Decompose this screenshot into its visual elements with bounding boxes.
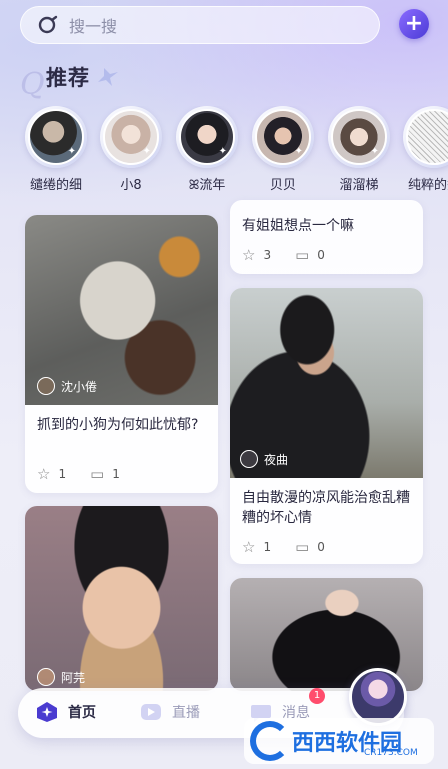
story-name: 缱绻的细: [29, 178, 82, 193]
add-button[interactable]: +: [399, 9, 429, 39]
avatar: [37, 377, 55, 395]
svg-text:Q: Q: [20, 67, 45, 100]
avatar: ✦: [331, 109, 387, 165]
home-icon: [37, 702, 57, 722]
story-item[interactable]: 纯粹的秃: [394, 106, 448, 193]
post-author: 夜曲: [240, 450, 288, 468]
post-text: 抓到的小狗为何如此忧郁?: [37, 417, 199, 433]
search-icon: [38, 15, 58, 34]
like-count: 1: [263, 540, 272, 554]
sparkle-icon: ✦: [142, 146, 151, 157]
avatar: [37, 668, 55, 686]
plus-icon: +: [404, 11, 424, 36]
search-input[interactable]: 搜一搜: [20, 6, 380, 44]
comment-icon[interactable]: ▭: [295, 538, 309, 556]
author-name: 阿芫: [61, 670, 86, 685]
comment-count: 1: [112, 467, 120, 481]
sparkle-icon: ✦: [370, 146, 379, 157]
story-name: 溜溜梯: [339, 178, 379, 193]
story-item[interactable]: ✦ 小8: [91, 106, 171, 193]
star-icon[interactable]: ☆: [242, 246, 255, 264]
post-text: 自由散漫的凉风能治愈乱糟糟的坏心情: [242, 490, 410, 526]
star-icon[interactable]: ☆: [37, 465, 50, 483]
star-icon[interactable]: ☆: [242, 538, 255, 556]
story-name: ꕤ流年: [188, 178, 226, 193]
post-image: [25, 506, 218, 691]
sparkle-icon: ✦: [218, 146, 227, 157]
like-count: 3: [263, 248, 272, 262]
avatar: [406, 109, 448, 165]
post-stats: ☆ 1 ▭ 0: [242, 538, 349, 556]
story-item[interactable]: ✦ 缱绻的细: [16, 106, 96, 193]
sparkle-icon: ✦: [67, 146, 76, 157]
comment-count: 0: [317, 248, 325, 262]
avatar: [240, 450, 258, 468]
nav-live[interactable]: 直播: [140, 701, 200, 723]
post-author: 阿芫: [37, 668, 85, 686]
section-title: 推荐: [46, 66, 90, 90]
avatar: ✦: [255, 109, 311, 165]
live-icon: [141, 704, 161, 720]
watermark-c-icon: [250, 721, 290, 761]
story-name: 小8: [120, 178, 142, 193]
comment-count: 0: [317, 540, 325, 554]
author-name: 夜曲: [264, 452, 289, 467]
avatar: ✦: [103, 109, 159, 165]
feed-card[interactable]: 阿芫: [25, 506, 218, 691]
feed-card[interactable]: 沈小倦 抓到的小狗为何如此忧郁? ☆ 1 ▭ 1: [25, 215, 218, 493]
story-item[interactable]: ✦ 贝贝: [243, 106, 323, 193]
feed-card[interactable]: 有姐姐想点一个嘛 ☆ 3 ▭ 0: [230, 200, 423, 274]
watermark-subtext: CR173.COM: [364, 748, 418, 758]
story-name: 贝贝: [269, 178, 296, 193]
story-name: 纯粹的秃: [407, 178, 448, 193]
post-stats: ☆ 3 ▭ 0: [242, 246, 349, 264]
nav-home-label: 首页: [68, 705, 96, 721]
search-placeholder: 搜一搜: [69, 17, 118, 36]
recommended-users-row: ✦ 缱绻的细 ✦ 小8 ✦ ꕤ流年 ✦ 贝贝 ✦ 溜溜梯 纯粹的秃: [0, 106, 448, 198]
watermark-logo: 西西软件园 CR173.COM: [244, 718, 434, 764]
post-author: 沈小倦: [37, 377, 97, 395]
story-item[interactable]: ✦ ꕤ流年: [167, 106, 247, 193]
message-badge: 1: [309, 688, 325, 704]
post-text: 有姐姐想点一个嘛: [242, 218, 354, 234]
comment-icon[interactable]: ▭: [295, 246, 309, 264]
avatar: ✦: [179, 109, 235, 165]
sparkle-icon: ✦: [294, 146, 303, 157]
comment-icon[interactable]: ▭: [90, 465, 104, 483]
feed-card[interactable]: 夜曲 自由散漫的凉风能治愈乱糟糟的坏心情 ☆ 1 ▭ 0: [230, 288, 423, 564]
nav-live-label: 直播: [172, 705, 200, 721]
nav-home[interactable]: 首页: [36, 701, 96, 723]
post-stats: ☆ 1 ▭ 1: [37, 465, 144, 483]
avatar: ✦: [28, 109, 84, 165]
like-count: 1: [58, 467, 67, 481]
author-name: 沈小倦: [61, 379, 98, 394]
story-item[interactable]: ✦ 溜溜梯: [319, 106, 399, 193]
